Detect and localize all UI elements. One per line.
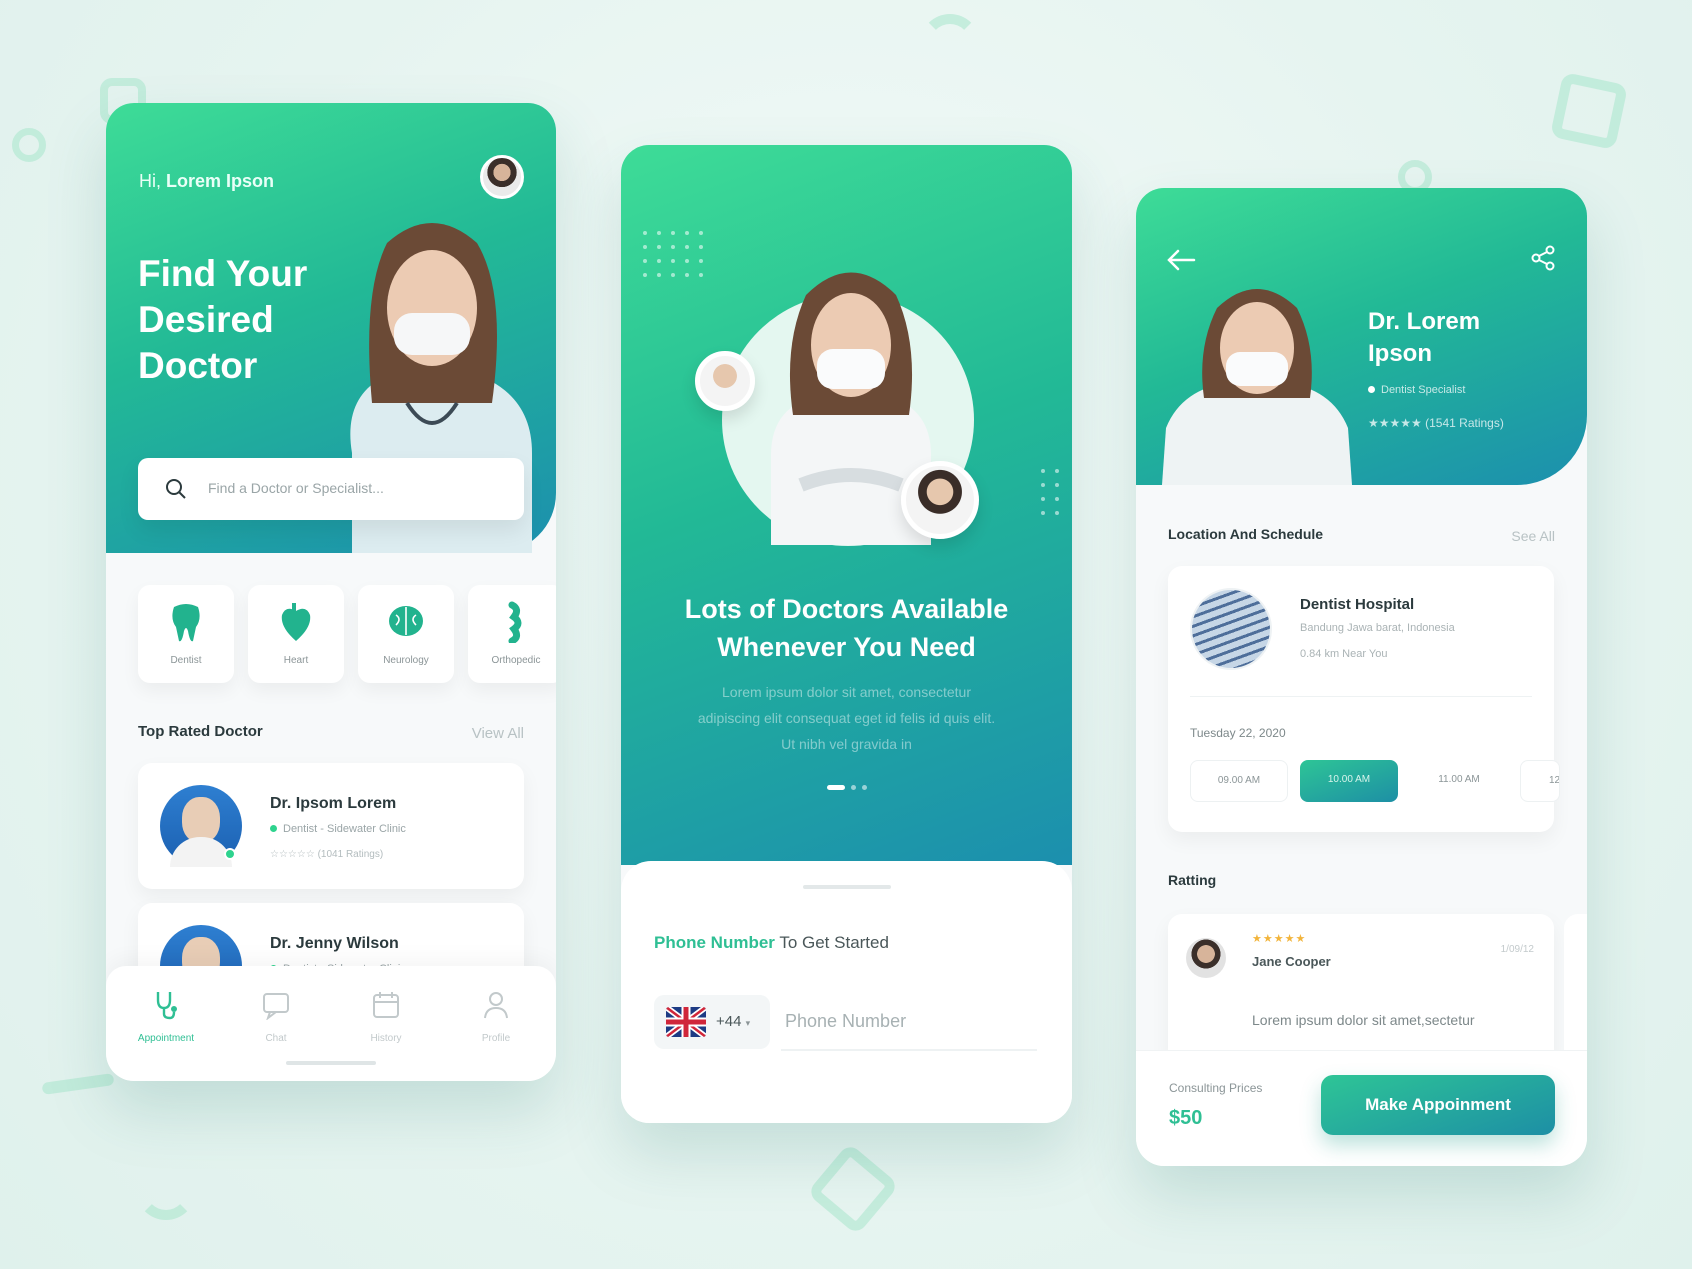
phone-heading: Phone Number To Get Started [654,933,889,952]
uk-flag-icon [666,1007,706,1037]
home-indicator [286,1061,376,1065]
onboarding-body: Lorem ipsum dolor sit amet, consectetur … [697,684,996,752]
price-label: Consulting Prices [1169,1081,1263,1095]
rating-title: Ratting [1168,872,1217,888]
location-schedule-card: Dentist Hospital Bandung Jawa barat, Ind… [1168,566,1560,832]
tab-history[interactable]: History [341,990,431,1044]
review-text: Lorem ipsum dolor sit amet,sectetur [1252,1012,1475,1028]
price-value: $50 [1169,1107,1203,1129]
deco-ring [12,128,46,162]
doctor-avatar [901,461,979,539]
input-underline [781,1049,1037,1051]
detail-hero: Dr. Lorem Ipson Dentist Specialist ★★★★★… [1136,188,1587,485]
view-all-link[interactable]: View All [472,725,524,742]
doctor-specialty: Dentist Specialist [1368,384,1465,396]
tab-profile[interactable]: Profile [451,990,541,1044]
search-icon [166,479,186,499]
deco-arc [136,1160,196,1220]
chat-icon [263,993,289,1021]
greeting: Hi, Lorem Ipson [139,171,275,191]
hospital-image [1190,588,1272,670]
category-orthopedic[interactable]: Orthopedic [468,585,556,683]
hospital-name: Dentist Hospital [1300,596,1415,613]
deco-arc [920,14,980,74]
hospital-address: Bandung Jawa barat, Indonesia [1300,622,1455,634]
review-card: ★★★★★ Jane Cooper 1/09/12 Lorem ipsum do… [1168,914,1554,1064]
doctor-rating: ★★★★★ (1541 Ratings) [1368,416,1504,430]
hospital-distance: 0.84 km Near You [1300,648,1388,660]
brain-icon [389,606,423,636]
divider [1190,696,1532,697]
dot-pattern [1041,469,1059,515]
user-avatar[interactable] [480,155,524,199]
see-all-link[interactable]: See All [1511,528,1555,544]
tab-chat[interactable]: Chat [231,990,321,1044]
onboarding-title: Lots of Doctors Available Whenever You N… [684,594,1009,662]
time-slot-selected[interactable]: 10.00 AM [1300,760,1398,802]
time-slot[interactable]: 12 [1520,760,1560,802]
reviewer-name: Jane Cooper [1252,954,1331,969]
booking-bar: Consulting Prices $50 Make Appoinment [1136,1050,1587,1166]
online-indicator [224,848,236,860]
deco-square [1549,71,1629,151]
page-indicator[interactable] [621,785,1072,790]
tab-appointment[interactable]: Appointment [121,990,211,1044]
bottom-tab-bar: Appointment Chat History Profile [106,966,556,1081]
tooth-icon [172,604,200,642]
dot-pattern [643,231,703,277]
search-bar[interactable]: Find a Doctor or Specialist... [138,458,524,520]
chevron-down-icon: ▾ [745,1018,751,1028]
bone-icon [508,601,522,643]
time-slot[interactable]: 11.00 AM [1410,760,1508,802]
heart-icon [281,603,311,641]
sheet-handle[interactable] [803,885,891,889]
location-title: Location And Schedule [1168,526,1324,542]
top-rated-title: Top Rated Doctor [138,723,263,740]
review-date: 1/09/12 [1500,944,1534,955]
back-arrow-icon[interactable] [1166,248,1196,272]
make-appointment-button[interactable]: Make Appoinment [1321,1075,1555,1135]
doctor-detail-screen: Dr. Lorem Ipson Dentist Specialist ★★★★★… [1136,188,1587,1166]
home-hero: Hi, Lorem Ipson Find Your Desired Doctor… [106,103,556,553]
doctor-name: Dr. Lorem Ipson [1368,308,1481,367]
category-neurology[interactable]: Neurology [358,585,454,683]
category-heart[interactable]: Heart [248,585,344,683]
country-selector[interactable]: +44 ▾ [654,995,770,1049]
country-code: +44 ▾ [716,1013,751,1030]
doctor-avatar [695,351,755,411]
user-icon [484,992,508,1019]
time-slot[interactable]: 09.00 AM [1190,760,1288,802]
review-stars: ★★★★★ [1252,933,1307,945]
onboarding-screen: Lots of Doctors Available Whenever You N… [621,145,1072,1123]
category-dentist[interactable]: Dentist [138,585,234,683]
doctor-card[interactable]: Dr. Ipsom Lorem Dentist - Sidewater Clin… [138,763,524,889]
share-icon[interactable] [1529,244,1557,272]
phone-input[interactable]: Phone Number [785,1011,906,1032]
schedule-date: Tuesday 22, 2020 [1190,726,1286,740]
phone-sheet: Phone Number To Get Started +44 ▾ Phone … [621,861,1072,1123]
calendar-icon [373,992,399,1018]
doctor-illustration [1162,289,1352,485]
next-review-card-edge[interactable] [1564,914,1587,1064]
stethoscope-icon [156,992,177,1020]
reviewer-avatar [1186,938,1226,978]
search-placeholder: Find a Doctor or Specialist... [208,480,384,496]
category-list: Dentist Heart Neurology Orthopedic [138,585,556,683]
home-screen: Hi, Lorem Ipson Find Your Desired Doctor… [106,103,556,1081]
onboarding-hero: Lots of Doctors Available Whenever You N… [621,145,1072,865]
